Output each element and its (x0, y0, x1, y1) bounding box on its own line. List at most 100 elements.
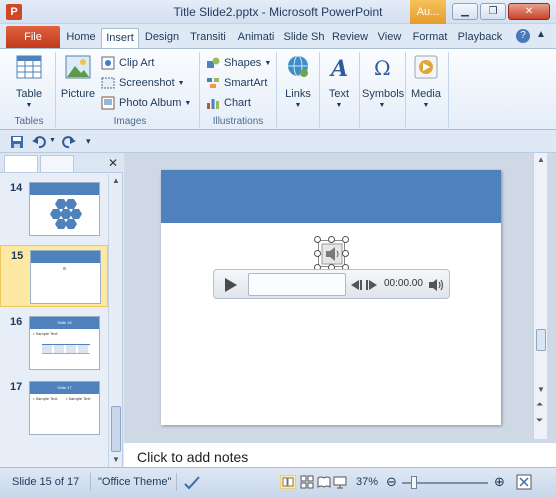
media-label: Media (411, 88, 441, 100)
minimize-ribbon-icon[interactable]: ▲ (536, 29, 546, 40)
hexagon-graphic (50, 199, 82, 229)
slide-preview: Slide 16 • Sample Text (29, 316, 100, 370)
media-icon (414, 55, 438, 79)
scroll-down-icon[interactable]: ▼ (112, 455, 120, 464)
zoom-in-icon[interactable]: ⊕ (494, 474, 505, 490)
screenshot-button[interactable]: Screenshot ▼ (101, 74, 185, 92)
shapes-button[interactable]: Shapes ▼ (206, 54, 271, 72)
group-divider (359, 52, 360, 128)
customize-qat-icon[interactable]: ▾ (86, 136, 91, 147)
previous-slide-icon[interactable]: ⏶ (536, 399, 543, 410)
notes-pane[interactable]: Click to add notes (124, 439, 556, 467)
screenshot-icon (101, 77, 115, 89)
smartart-button[interactable]: SmartArt (206, 74, 267, 92)
omega-icon: Ω (374, 56, 391, 80)
symbols-button[interactable]: Ω Symbols ▼ (362, 53, 404, 109)
outline-tab[interactable] (40, 155, 74, 172)
tab-view[interactable]: View (373, 28, 406, 48)
speaker-icon[interactable] (321, 243, 343, 265)
scroll-up-icon[interactable]: ▲ (537, 155, 545, 164)
current-slide[interactable]: 00:00.00 (161, 170, 501, 425)
close-pane-icon[interactable]: ✕ (108, 156, 118, 170)
theme-name[interactable]: "Office Theme" (98, 476, 171, 488)
resize-handle[interactable] (342, 236, 349, 243)
svg-text:Ω: Ω (374, 56, 391, 80)
photo-album-label: Photo Album (119, 97, 182, 109)
volume-icon[interactable] (428, 278, 444, 292)
picture-button[interactable]: Picture (60, 53, 96, 100)
scrollbar-thumb[interactable] (111, 406, 121, 452)
slide-title-bar (161, 170, 501, 223)
audio-progress-track[interactable] (248, 273, 346, 296)
chart-icon (207, 99, 219, 109)
play-icon[interactable] (224, 277, 238, 293)
clip-art-button[interactable]: Clip Art (101, 54, 154, 72)
tab-playback[interactable]: Playback (454, 28, 506, 48)
shapes-label: Shapes (224, 57, 262, 69)
zoom-level[interactable]: 37% (356, 476, 378, 488)
slide-number: 17 (10, 381, 23, 393)
canvas-scrollbar[interactable]: ▲ ▼ ⏶ ⏷ (533, 153, 547, 439)
slide-thumbnail-15[interactable]: 15 (0, 245, 108, 307)
tab-animations[interactable]: Animati (233, 28, 279, 48)
slide-show-view-icon[interactable] (333, 475, 347, 489)
chart-button[interactable]: Chart (206, 94, 251, 112)
scroll-up-icon[interactable]: ▲ (112, 176, 120, 185)
slide-thumbnail-17[interactable]: 17 Slide 17 • Sample Text • Sample Text (0, 377, 108, 439)
resize-handle[interactable] (314, 236, 321, 243)
resize-handle[interactable] (328, 236, 335, 243)
resize-handle[interactable] (314, 250, 321, 257)
chevron-down-icon: ▼ (264, 59, 272, 67)
help-icon[interactable]: ? (516, 29, 530, 43)
smartart-label: SmartArt (224, 77, 268, 89)
zoom-slider-thumb[interactable] (411, 476, 417, 489)
slide-preview-title: Slide 17 (57, 385, 72, 390)
tab-format[interactable]: Format (408, 28, 452, 48)
media-button[interactable]: Media ▼ (408, 53, 444, 109)
scroll-down-icon[interactable]: ▼ (537, 385, 545, 394)
slide-thumbnail-16[interactable]: 16 Slide 16 • Sample Text (0, 312, 108, 374)
tab-design[interactable]: Design (140, 28, 184, 48)
slide-thumbnail-14[interactable]: 14 (0, 178, 108, 240)
text-button[interactable]: A Text ▼ (322, 53, 356, 109)
audio-time: 00:00.00 (384, 278, 423, 289)
table-button[interactable]: Table ▼ (8, 53, 50, 109)
slides-tab[interactable] (4, 155, 38, 172)
reading-view-icon[interactable] (317, 475, 331, 489)
undo-dropdown-icon[interactable]: ▼ (49, 137, 56, 144)
tab-home[interactable]: Home (62, 28, 100, 48)
seek-back-forward-icon[interactable] (351, 279, 377, 291)
slides-pane-scrollbar[interactable]: ▲ ▼ (108, 174, 122, 467)
tab-slide-show[interactable]: Slide Sh (281, 28, 327, 48)
next-slide-icon[interactable]: ⏷ (536, 415, 543, 426)
minimize-button[interactable]: ▁ (452, 3, 478, 20)
slide-preview-header (31, 251, 100, 263)
file-tab[interactable]: File (6, 26, 60, 48)
audio-tools-context-tab[interactable]: Au... (410, 0, 446, 24)
undo-icon[interactable] (32, 135, 46, 149)
fit-slide-to-window-icon[interactable] (516, 474, 532, 490)
title-bar: P Title Slide2.pptx - Microsoft PowerPoi… (0, 0, 556, 24)
close-button[interactable]: ✕ (508, 3, 550, 20)
tab-transitions[interactable]: Transiti (185, 28, 231, 48)
slide-canvas: 00:00.00 ▲ ▼ ⏶ ⏷ (124, 153, 556, 439)
group-label-images: Images (113, 116, 147, 127)
status-divider (90, 473, 91, 491)
normal-view-icon[interactable] (280, 475, 296, 489)
save-icon[interactable] (10, 135, 24, 149)
resize-handle[interactable] (342, 250, 349, 257)
maximize-button[interactable]: ❐ (480, 3, 506, 20)
tab-review[interactable]: Review (329, 28, 371, 48)
tab-insert[interactable]: Insert (101, 28, 139, 48)
photo-album-button[interactable]: Photo Album ▼ (101, 94, 191, 112)
slide-sorter-icon[interactable] (300, 475, 314, 489)
links-button[interactable]: Links ▼ (281, 53, 315, 109)
slide-indicator: Slide 15 of 17 (12, 476, 80, 488)
spell-check-icon[interactable] (183, 475, 201, 491)
notes-placeholder[interactable]: Click to add notes (137, 449, 248, 465)
zoom-out-icon[interactable]: ⊖ (386, 474, 397, 490)
group-label-illustrations: Illustrations (212, 116, 264, 127)
redo-icon[interactable] (62, 135, 76, 149)
photo-album-icon (101, 96, 115, 110)
scrollbar-thumb[interactable] (536, 329, 546, 351)
